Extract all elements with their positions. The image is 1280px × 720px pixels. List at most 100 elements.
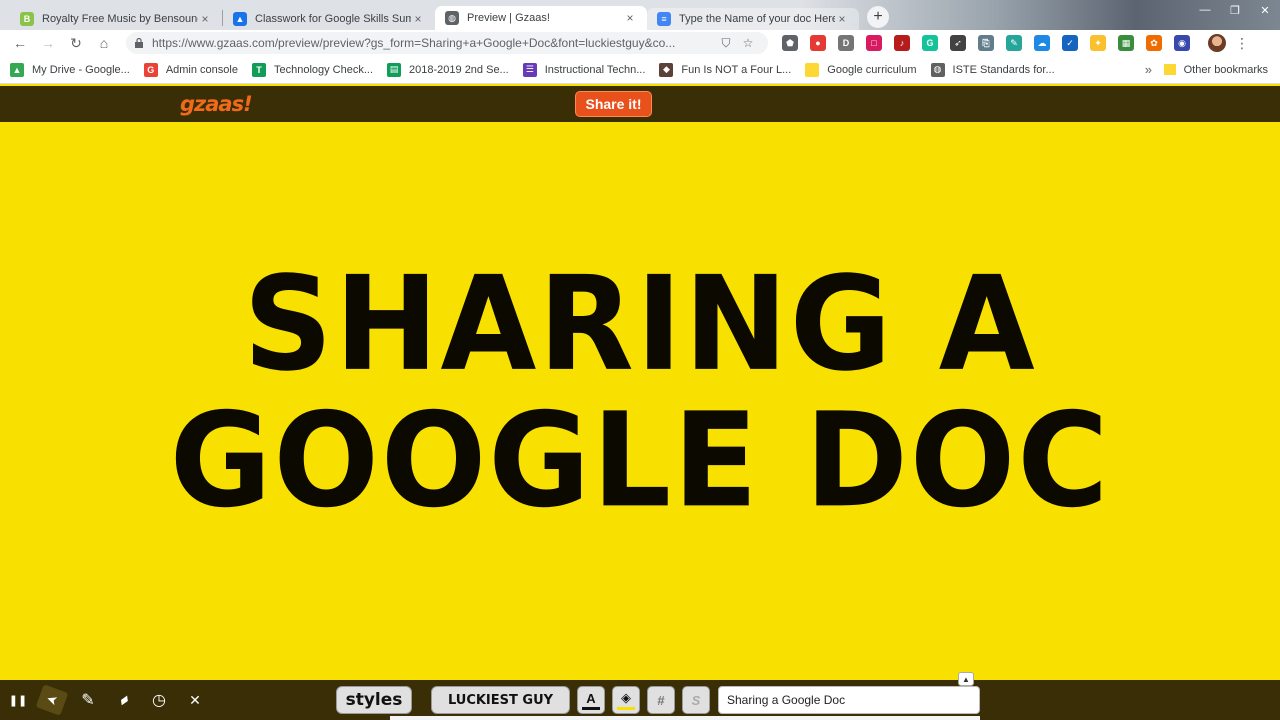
- reload-button[interactable]: ↻: [62, 30, 90, 56]
- bookmark-label: Instructional Techn...: [544, 63, 646, 76]
- bookmark-favicon-icon: ◆: [659, 62, 674, 77]
- taskbar-edge: [390, 716, 980, 720]
- globe-favicon-icon: ◍: [445, 11, 459, 25]
- tab-bensound[interactable]: B Royalty Free Music by Bensound ×: [10, 8, 222, 30]
- forward-button[interactable]: →: [34, 30, 62, 56]
- close-toolbar-icon[interactable]: ✕: [182, 688, 208, 712]
- tab-close-icon[interactable]: ×: [198, 12, 212, 26]
- bookmark-favicon-icon: T: [251, 62, 266, 77]
- font-color-swatch: [582, 706, 600, 710]
- home-button[interactable]: ⌂: [90, 30, 118, 56]
- bookmark-label: Technology Check...: [273, 63, 374, 76]
- browser-menu-icon[interactable]: ⋮: [1232, 35, 1252, 52]
- expand-caret-icon[interactable]: ▲: [958, 672, 974, 686]
- gzaas-message: Sharing a Google Doc: [169, 249, 1111, 537]
- bookmark-item[interactable]: ◍ ISTE Standards for...: [930, 62, 1055, 77]
- bookmark-item[interactable]: Google curriculum: [805, 62, 917, 77]
- styles-button[interactable]: styles: [336, 686, 412, 714]
- bookmark-label: Fun Is NOT a Four L...: [681, 63, 792, 76]
- pause-icon[interactable]: ❚❚: [5, 688, 31, 712]
- new-tab-button[interactable]: +: [867, 6, 889, 28]
- bookmark-label: My Drive - Google...: [32, 63, 130, 76]
- d-icon[interactable]: D: [838, 35, 854, 51]
- gzaas-logo[interactable]: gzaas!: [180, 92, 253, 116]
- grammarly-icon[interactable]: G: [922, 35, 938, 51]
- new-badge-icon[interactable]: ☁: [1034, 35, 1050, 51]
- extensions-area: ⬟ ● D □ ♪ G ➶ ⎘ ✎ ☁ ✓ ✦ ▦ ✿ ◉: [776, 35, 1196, 51]
- rocket-icon[interactable]: ➶: [950, 35, 966, 51]
- paint-bucket-icon: ◈: [621, 690, 631, 705]
- shadow-icon: S: [691, 692, 701, 708]
- other-bookmarks-folder[interactable]: Other bookmarks: [1163, 63, 1268, 76]
- bookmark-item[interactable]: ◆ Fun Is NOT a Four L...: [659, 62, 792, 77]
- message-stage: Sharing a Google Doc: [0, 122, 1280, 680]
- bookmark-favicon-icon: [805, 62, 820, 77]
- font-color-button[interactable]: A: [577, 686, 605, 714]
- globe-icon[interactable]: ◉: [1174, 35, 1190, 51]
- bookmark-item[interactable]: G Admin console: [143, 62, 238, 77]
- clip-icon[interactable]: ⎘: [978, 35, 994, 51]
- window-controls: — ❐ ✕: [1190, 0, 1280, 20]
- bookmark-label: ISTE Standards for...: [952, 63, 1055, 76]
- docs-favicon-icon: ≡: [657, 12, 671, 26]
- window-close-icon[interactable]: ✕: [1250, 0, 1280, 20]
- pattern-button[interactable]: #: [647, 686, 675, 714]
- lock-icon: [135, 38, 143, 48]
- tab-close-icon[interactable]: ×: [835, 12, 849, 26]
- maximize-icon[interactable]: ❐: [1220, 0, 1250, 20]
- classroom-favicon-icon: ▲: [233, 12, 247, 26]
- address-bar[interactable]: https://www.gzaas.com/preview/preview?gs…: [126, 32, 768, 54]
- classroom-icon[interactable]: ▦: [1118, 35, 1134, 51]
- bookmark-item[interactable]: T Technology Check...: [251, 62, 374, 77]
- bookmark-item[interactable]: ▲ My Drive - Google...: [10, 62, 130, 77]
- square-icon[interactable]: □: [866, 35, 882, 51]
- url-text[interactable]: https://www.gzaas.com/preview/preview?gs…: [152, 36, 712, 50]
- bookmark-item[interactable]: ▤ 2018-2019 2nd Se...: [387, 62, 509, 77]
- back-button[interactable]: ←: [6, 30, 34, 56]
- tab-classwork[interactable]: ▲ Classwork for Google Skills Summ ×: [223, 8, 435, 30]
- pin-icon[interactable]: ⬟: [782, 35, 798, 51]
- minimize-icon[interactable]: —: [1190, 0, 1220, 20]
- tab-title: Preview | Gzaas!: [467, 12, 550, 24]
- note-icon[interactable]: ✎: [1006, 35, 1022, 51]
- background-color-swatch: [617, 707, 635, 710]
- tab-google-doc[interactable]: ≡ Type the Name of your doc Here ×: [647, 8, 859, 30]
- pen-icon[interactable]: ✎: [75, 688, 101, 712]
- bookmarks-bar: ▲ My Drive - Google... G Admin console T Tech…: [0, 56, 1280, 84]
- orange-icon[interactable]: ✿: [1146, 35, 1162, 51]
- tab-title: Classwork for Google Skills Summ: [255, 13, 411, 25]
- folder-icon: [1163, 64, 1176, 75]
- bookmark-star-icon[interactable]: ☆: [740, 35, 756, 51]
- speaker-icon[interactable]: ♪: [894, 35, 910, 51]
- timer-icon[interactable]: ◷: [146, 688, 172, 712]
- bookmark-favicon-icon: ☰: [522, 62, 537, 77]
- bensound-favicon-icon: B: [20, 12, 34, 26]
- highlighter-icon[interactable]: ▰: [106, 683, 141, 718]
- check-icon[interactable]: ✓: [1062, 35, 1078, 51]
- shield-icon[interactable]: ⛉: [718, 35, 734, 51]
- other-bookmarks-label: Other bookmarks: [1183, 63, 1268, 76]
- bookmark-label: Admin console: [165, 63, 238, 76]
- message-text-input[interactable]: [718, 686, 980, 714]
- bottom-toolbar: ❚❚ ➤ ✎ ▰ ◷ ✕: [0, 680, 1280, 720]
- bookmark-label: 2018-2019 2nd Se...: [409, 63, 509, 76]
- browser-toolbar: ← → ↻ ⌂ https://www.gzaas.com/preview/pr…: [0, 30, 1280, 56]
- bookmark-label: Google curriculum: [827, 63, 917, 76]
- share-it-button[interactable]: Share it!: [575, 91, 652, 117]
- profile-avatar[interactable]: [1208, 34, 1226, 52]
- font-selector-button[interactable]: LUCKIEST GUY: [431, 686, 570, 714]
- pattern-icon: #: [657, 692, 665, 708]
- shadow-button[interactable]: S: [682, 686, 710, 714]
- tab-strip: B Royalty Free Music by Bensound × ▲ Cla…: [0, 0, 1280, 30]
- dots-icon[interactable]: ●: [810, 35, 826, 51]
- pointer-icon[interactable]: ➤: [35, 684, 69, 716]
- bookmark-item[interactable]: ☰ Instructional Techn...: [522, 62, 646, 77]
- bookmarks-overflow-icon[interactable]: »: [1145, 62, 1152, 77]
- gzaas-header: gzaas! Share it!: [0, 86, 1280, 122]
- bookmark-favicon-icon: ◍: [930, 62, 945, 77]
- tab-close-icon[interactable]: ×: [411, 12, 425, 26]
- bee-icon[interactable]: ✦: [1090, 35, 1106, 51]
- background-color-button[interactable]: ◈: [612, 686, 640, 714]
- tab-preview-gzaas[interactable]: ◍ Preview | Gzaas! ×: [435, 6, 647, 30]
- tab-close-icon[interactable]: ×: [623, 11, 637, 25]
